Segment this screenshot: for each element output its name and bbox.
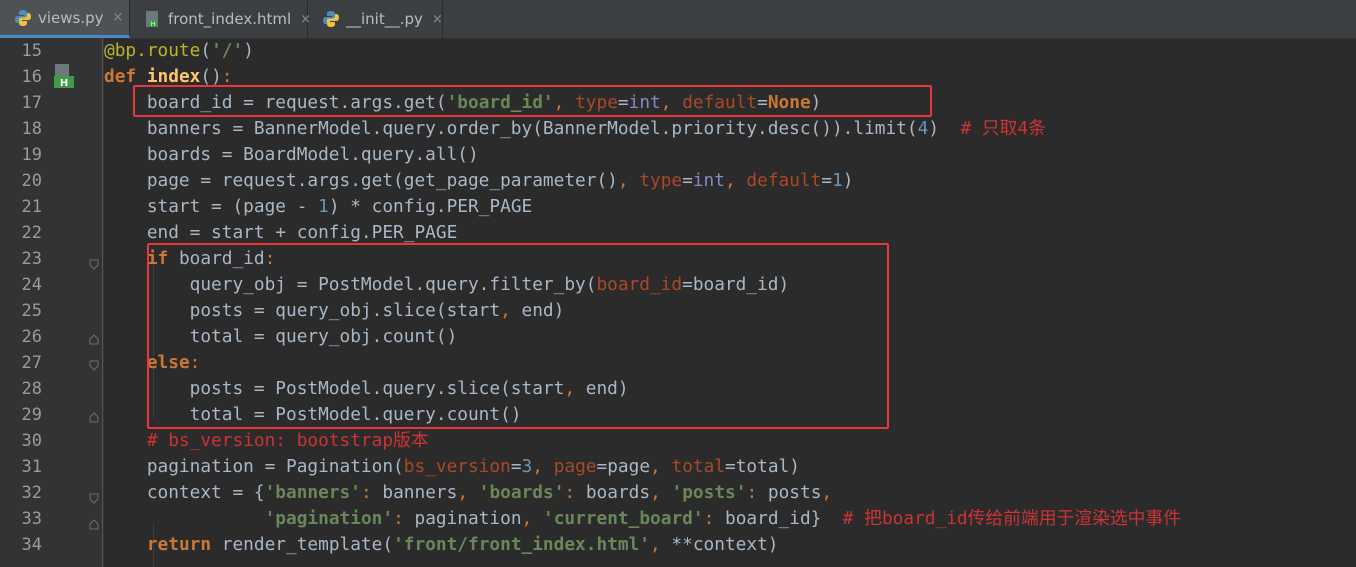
tab-label: __init__.py <box>346 10 423 28</box>
line-number: 34 <box>21 535 42 555</box>
annotation-highlight-box <box>133 85 932 117</box>
line-number: 31 <box>21 457 42 477</box>
line-number: 24 <box>21 275 42 295</box>
annotation-highlight-box <box>147 243 889 429</box>
code-text[interactable]: page = request.args.get(get_page_paramet… <box>104 168 854 194</box>
code-text[interactable]: pagination = Pagination(bs_version=3, pa… <box>104 454 800 480</box>
line-number: 25 <box>21 301 42 321</box>
code-text[interactable]: banners = BannerModel.query.order_by(Ban… <box>104 116 1046 142</box>
tab-front-index-html[interactable]: H front_index.html × <box>130 0 311 38</box>
line-number: 23 <box>21 249 42 269</box>
line-number: 15 <box>21 41 42 61</box>
line-number: 17 <box>21 93 42 113</box>
line-number: 33 <box>21 509 42 529</box>
tab-label: front_index.html <box>168 10 292 28</box>
line-number: 30 <box>21 431 42 451</box>
editor-tab-bar: views.py × H front_index.html × __init__… <box>0 0 1356 39</box>
code-line[interactable]: 34 return render_template('front/front_i… <box>0 532 1356 558</box>
code-line[interactable]: 20 page = request.args.get(get_page_para… <box>0 168 1356 194</box>
tab-views-py[interactable]: views.py × <box>0 0 130 38</box>
code-line[interactable]: 18 banners = BannerModel.query.order_by(… <box>0 116 1356 142</box>
html-file-icon: H <box>146 11 158 28</box>
code-text[interactable]: boards = BoardModel.query.all() <box>104 142 479 168</box>
code-text[interactable]: # bs_version: bootstrap版本 <box>104 428 429 454</box>
code-editor[interactable]: H 15 @bp.route('/') 16 def index(): 17 b… <box>0 38 1356 567</box>
code-text[interactable]: start = (page - 1) * config.PER_PAGE <box>104 194 532 220</box>
line-number: 26 <box>21 327 42 347</box>
code-text[interactable]: return render_template('front/front_inde… <box>104 532 779 558</box>
code-line[interactable]: 30 # bs_version: bootstrap版本 <box>0 428 1356 454</box>
tab-label: views.py <box>38 8 104 27</box>
line-number: 18 <box>21 119 42 139</box>
line-number: 19 <box>21 145 42 165</box>
close-icon[interactable]: × <box>113 10 124 25</box>
line-number: 29 <box>21 405 42 425</box>
code-line[interactable]: 33 'pagination': pagination, 'current_bo… <box>0 506 1356 532</box>
svg-text:H: H <box>151 21 156 28</box>
line-number: 22 <box>21 223 42 243</box>
code-line[interactable]: 31 pagination = Pagination(bs_version=3,… <box>0 454 1356 480</box>
python-file-icon <box>15 9 31 26</box>
code-line[interactable]: 15 @bp.route('/') <box>0 38 1356 64</box>
code-text[interactable]: context = {'banners': banners, 'boards':… <box>104 480 832 506</box>
line-number: 27 <box>21 353 42 373</box>
code-line[interactable]: 32 context = {'banners': banners, 'board… <box>0 480 1356 506</box>
close-icon[interactable]: × <box>432 12 443 27</box>
line-number: 16 <box>21 67 42 87</box>
line-number: 28 <box>21 379 42 399</box>
code-text[interactable]: @bp.route('/') <box>104 38 254 64</box>
line-number: 21 <box>21 197 42 217</box>
code-line[interactable]: 21 start = (page - 1) * config.PER_PAGE <box>0 194 1356 220</box>
line-number: 20 <box>21 171 42 191</box>
tab-init-py[interactable]: __init__.py × <box>308 0 443 38</box>
code-line[interactable]: 19 boards = BoardModel.query.all() <box>0 142 1356 168</box>
code-text[interactable]: 'pagination': pagination, 'current_board… <box>104 506 1181 532</box>
python-file-icon <box>323 11 339 27</box>
line-number: 32 <box>21 483 42 503</box>
